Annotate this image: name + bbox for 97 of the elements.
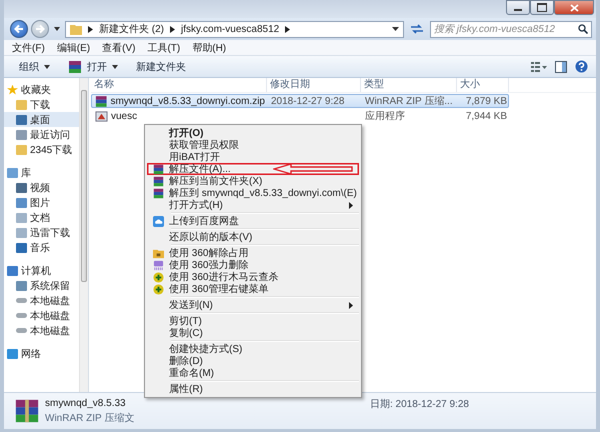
context-menu-item[interactable]: 还原以前的版本(V) [147,231,359,243]
context-menu-item[interactable]: 使用 360管理右键菜单 [147,283,359,295]
maximize-button[interactable] [530,0,554,15]
breadcrumb[interactable]: 新建文件夹 (2) [99,22,164,36]
context-menu-item[interactable]: 剪切(T) [147,315,359,327]
menu-item[interactable]: 查看(V) [102,40,136,54]
toolbar-button[interactable]: 打开 [63,58,123,74]
archive-icon [152,188,164,198]
sidebar-section[interactable]: 网络 [4,346,79,361]
toolbar-button[interactable]: 组织 [14,58,55,74]
help-icon[interactable] [575,60,588,73]
sidebar-section[interactable]: 库 [4,165,79,180]
file-type: 应用程序 [365,111,405,122]
sidebar-item[interactable]: 本地磁盘 [4,323,79,338]
arrow-left-icon [14,24,24,34]
column-header[interactable]: 修改日期 [267,78,361,92]
toolbar-button[interactable]: 新建文件夹 [131,58,191,74]
sidebar-item[interactable]: 本地磁盘 [4,293,79,308]
close-button[interactable] [554,0,594,15]
breadcrumb[interactable]: jfsky.com-vuesca8512 [181,24,280,34]
chevron-icon[interactable] [285,26,290,32]
context-menu-item[interactable]: 用iBAT打开 [147,151,359,163]
sidebar-item[interactable]: 下载 [4,97,79,112]
file-name: smywnqd_v8.5.33_downyi.com.zip [110,96,265,106]
context-menu-item[interactable]: 使用 360解除占用 [147,247,359,259]
sidebar-item[interactable]: 文档 [4,210,79,225]
context-menu-item[interactable]: 属性(R) [147,383,359,395]
close-icon [570,4,578,12]
context-menu-item[interactable]: 解压到 smywnqd_v8.5.33_downyi.com\(E) [147,187,359,199]
details-date: 日期: 2018-12-27 9:28 [370,398,469,411]
cloud-icon [152,216,164,226]
sidebar-section[interactable]: 收藏夹 [4,82,79,97]
column-header[interactable]: 名称 [91,78,267,92]
file-row[interactable]: vuesc 应用程序 7,944 KB [91,109,509,123]
menu-item[interactable]: 编辑(E) [56,40,90,54]
sidebar-item[interactable]: 迅雷下载 [4,225,79,240]
archive-icon [95,94,108,108]
view-options-icon[interactable] [531,60,547,72]
file-size: 7,879 KB [466,96,507,106]
caret-icon[interactable] [54,27,60,31]
sidebar-item[interactable]: 最近访问 [4,127,79,142]
caret-icon[interactable] [392,27,399,31]
context-menu-item[interactable]: 解压到当前文件夹(X) [147,175,359,187]
archive-icon [152,176,164,186]
details-file-type: WinRAR ZIP 压缩文 [45,412,136,424]
sidebar-item[interactable]: 图片 [4,195,79,210]
forward-button[interactable] [31,20,49,38]
back-button[interactable] [10,20,28,38]
search-icon [578,24,588,34]
context-menu-item[interactable]: 打开方式(H) [147,199,359,211]
context-menu-item[interactable]: 复制(C) [147,327,359,339]
address-field[interactable]: 新建文件夹 (2) jfsky.com-vuesca8512 [65,20,404,38]
minimize-button[interactable] [506,0,530,15]
caret-icon [44,64,50,68]
column-header[interactable]: 类型 [361,78,457,92]
shredder-icon [152,260,164,270]
file-size: 7,944 KB [466,110,507,122]
context-menu-item[interactable]: 上传到百度网盘 [147,215,359,227]
details-file-name: smywnqd_v8.5.33 [45,398,127,408]
context-menu-item[interactable]: 获取管理员权限 [147,139,359,151]
file-date: 2018-12-27 9:28 [271,96,344,106]
sidebar-item[interactable]: 2345下载 [4,142,79,157]
sidebar-item[interactable]: 音乐 [4,240,79,255]
chevron-icon[interactable] [170,26,175,32]
sidebar-item[interactable]: 桌面 [4,112,79,127]
context-menu-item[interactable]: 解压文件(A)... [147,163,359,175]
file-row[interactable]: smywnqd_v8.5.33_downyi.com.zip 2018-12-27 9:28 WinRAR ZIP 压缩... 7,879 KB [91,94,509,108]
scrollbar[interactable] [79,78,88,392]
preview-pane-icon[interactable] [555,60,567,72]
plus-circle-icon [152,284,164,294]
search-field[interactable]: 搜索 jfsky.com-vuesca8512 [430,20,592,38]
context-menu-item[interactable]: 发送到(N) [147,299,359,311]
context-menu-item[interactable]: 创建快捷方式(S) [147,343,359,355]
context-menu-item[interactable]: 使用 360强力删除 [147,259,359,271]
menu-item[interactable]: 帮助(H) [192,40,226,54]
column-header[interactable]: 大小 [457,78,509,92]
context-menu-item[interactable]: 使用 360进行木马云查杀 [147,271,359,283]
file-type: WinRAR ZIP 压缩... [365,96,453,107]
sidebar-item[interactable]: 视频 [4,180,79,195]
app-icon [95,110,108,122]
menu-item[interactable]: 工具(T) [147,40,180,54]
context-menu-item[interactable]: 打开(O) [147,127,359,139]
sidebar-item[interactable]: 系统保留 [4,278,79,293]
file-name: vuesc [111,110,138,122]
plus-circle-icon [152,272,164,282]
refresh-icon[interactable] [410,23,424,35]
sidebar-item[interactable]: 本地磁盘 [4,308,79,323]
sidebar-section[interactable]: 计算机 [4,263,79,278]
arrow-right-icon [35,24,45,34]
chevron-icon[interactable] [88,26,93,32]
context-menu-item[interactable]: 重命名(M) [147,367,359,379]
caret-icon [112,64,118,68]
menu-item[interactable]: 文件(F) [12,40,45,54]
archive-icon [68,60,82,74]
archive-icon [14,398,40,424]
archive-icon [152,164,164,174]
context-menu-item[interactable]: 删除(D) [147,355,359,367]
